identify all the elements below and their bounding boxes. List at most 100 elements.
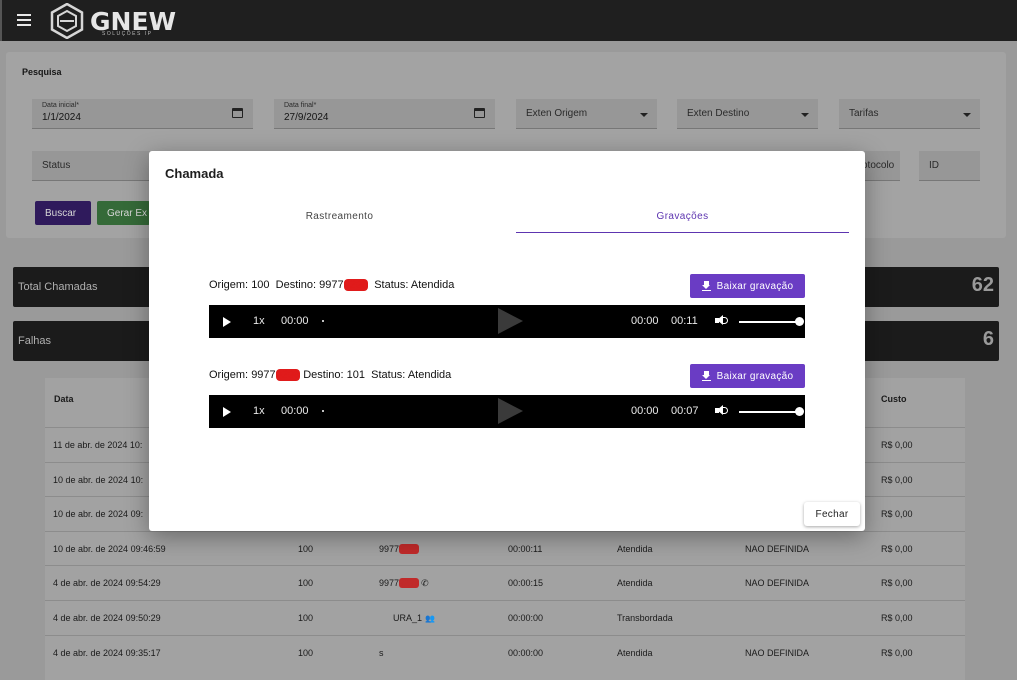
calendar-icon[interactable] (232, 108, 243, 118)
cell-destino: s (379, 648, 384, 658)
cell-data: 11 de abr. de 2024 10: (53, 440, 143, 450)
menu-icon[interactable] (17, 14, 31, 26)
volume-slider[interactable] (739, 317, 804, 326)
gerar-button[interactable]: Gerar Ex (97, 201, 150, 225)
destino-label: Destino: (303, 369, 344, 381)
redaction-mark: 9298 (399, 578, 420, 588)
download-recording-button[interactable]: Baixar gravação (690, 274, 805, 298)
duration-time: 00:11 (671, 315, 698, 327)
cell-custo: R$ 0,00 (881, 475, 913, 485)
audio-player[interactable]: 1x 00:00 00:00 00:07 (209, 395, 805, 428)
download-recording-button[interactable]: Baixar gravação (690, 364, 805, 388)
exten-destino-select[interactable]: Exten Destino (677, 99, 818, 129)
exten-destino-placeholder: Exten Destino (687, 108, 750, 119)
download-icon (701, 371, 711, 381)
table-row[interactable]: 10 de abr. de 2024 09:46:59 100 99779298… (45, 531, 965, 565)
destino-text: 9977 (379, 544, 400, 554)
cell-status: Atendida (617, 544, 653, 554)
table-row[interactable]: 4 de abr. de 2024 09:35:17 100 s 00:00:0… (45, 635, 965, 669)
status-placeholder: Status (42, 160, 71, 171)
exten-origem-select[interactable]: Exten Origem (516, 99, 657, 129)
redaction-mark: 9298 (343, 279, 369, 291)
big-play-icon[interactable] (498, 308, 523, 334)
table-row[interactable]: 4 de abr. de 2024 09:54:29 100 99779298 ✆… (45, 565, 965, 599)
duration-time: 00:07 (671, 405, 699, 417)
cell-data: 4 de abr. de 2024 09:54:29 (53, 578, 161, 588)
destino-text: 9977 (379, 578, 400, 588)
status-label: Status: (371, 369, 406, 381)
date-start-label: Data inicial* (42, 102, 79, 109)
tarifas-placeholder: Tarifas (849, 108, 879, 119)
dialog-title: Chamada (165, 166, 224, 181)
volume-icon[interactable] (715, 315, 729, 327)
play-icon[interactable] (223, 407, 231, 417)
buscar-button[interactable]: Buscar (35, 201, 91, 225)
cell-data: 10 de abr. de 2024 10: (53, 475, 144, 485)
chevron-down-icon (963, 113, 971, 117)
call-transfer-icon: ✆ (421, 578, 429, 588)
cell-duracao: 00:00:00 (508, 613, 544, 623)
playback-speed-button[interactable]: 1x (253, 315, 265, 327)
falhas-label: Falhas (18, 335, 52, 347)
cell-ext: 100 (298, 578, 314, 588)
volume-knob[interactable] (795, 407, 804, 416)
protocolo-field[interactable]: otocolo (862, 151, 900, 181)
cell-status: Transbordada (617, 613, 673, 623)
id-field[interactable]: ID (919, 151, 980, 181)
tab-gravacoes[interactable]: Gravações (516, 202, 849, 233)
cell-custo: R$ 0,00 (881, 648, 913, 658)
exten-origem-placeholder: Exten Origem (526, 108, 588, 119)
origem-label: Origem: (209, 279, 249, 291)
progress-dot[interactable] (322, 410, 324, 412)
current-time: 00:00 (631, 315, 659, 327)
destino-label: Destino: (275, 279, 317, 291)
destino-value: 101 (346, 369, 365, 381)
cell-destino: 99779298 (379, 544, 420, 554)
tarifas-select[interactable]: Tarifas (839, 99, 980, 129)
gerar-label: Gerar Ex (107, 207, 148, 219)
big-play-icon[interactable] (498, 398, 523, 424)
playback-speed-button[interactable]: 1x (253, 405, 265, 417)
close-button[interactable]: Fechar (804, 502, 860, 526)
redaction-mark: 9298 (399, 544, 420, 554)
destino-text: URA_1 (393, 613, 423, 623)
cell-custo: R$ 0,00 (881, 544, 913, 554)
chevron-down-icon (640, 113, 648, 117)
falhas-value: 6 (982, 328, 994, 350)
logo-subtitle: SOLUÇÕES IP (102, 31, 153, 37)
date-start-field[interactable]: Data inicial* 1/1/2024 (32, 99, 253, 129)
cell-data: 4 de abr. de 2024 09:35:17 (53, 648, 161, 658)
status-select[interactable]: Status (32, 151, 152, 181)
table-row[interactable]: 4 de abr. de 2024 09:50:29 100 URA_1 👥 00… (45, 600, 965, 634)
origem-value: 100 (251, 279, 270, 291)
date-start-value: 1/1/2024 (42, 112, 81, 123)
cell-status: Atendida (617, 648, 653, 658)
volume-slider[interactable] (739, 407, 804, 416)
protocolo-placeholder: otocolo (862, 160, 895, 171)
tab-rastreamento[interactable]: Rastreamento (173, 202, 506, 233)
volume-knob[interactable] (795, 317, 804, 326)
recording-info: Origem: 99779298 Destino: 101 Status: At… (209, 369, 451, 381)
calendar-icon[interactable] (474, 108, 485, 118)
cell-destino: 99779298 ✆ (379, 578, 429, 589)
cell-ext: 100 (298, 613, 314, 623)
redaction-mark: 9298 (275, 369, 301, 381)
audio-player[interactable]: 1x 00:00 00:00 00:11 (209, 305, 805, 338)
volume-icon[interactable] (715, 405, 729, 417)
recording-info: Origem: 100 Destino: 99779298 Status: At… (209, 279, 454, 291)
tab-label: Rastreamento (305, 211, 374, 222)
logo-icon (50, 3, 84, 39)
cell-ext: 100 (298, 648, 314, 658)
group-icon: 👥 (425, 614, 435, 623)
date-end-label: Data final* (284, 102, 317, 109)
total-label: Total Chamadas (18, 281, 98, 293)
progress-dot[interactable] (322, 320, 324, 322)
header-data: Data (54, 394, 74, 404)
cell-custo: R$ 0,00 (881, 440, 913, 450)
origem-label: Origem: (209, 369, 249, 381)
elapsed-time: 00:00 (281, 315, 309, 327)
cell-custo: R$ 0,00 (881, 509, 913, 519)
call-dialog: Chamada Rastreamento Gravações Origem: 1… (149, 151, 865, 531)
play-icon[interactable] (223, 317, 231, 327)
date-end-field[interactable]: Data final* 27/9/2024 (274, 99, 495, 129)
